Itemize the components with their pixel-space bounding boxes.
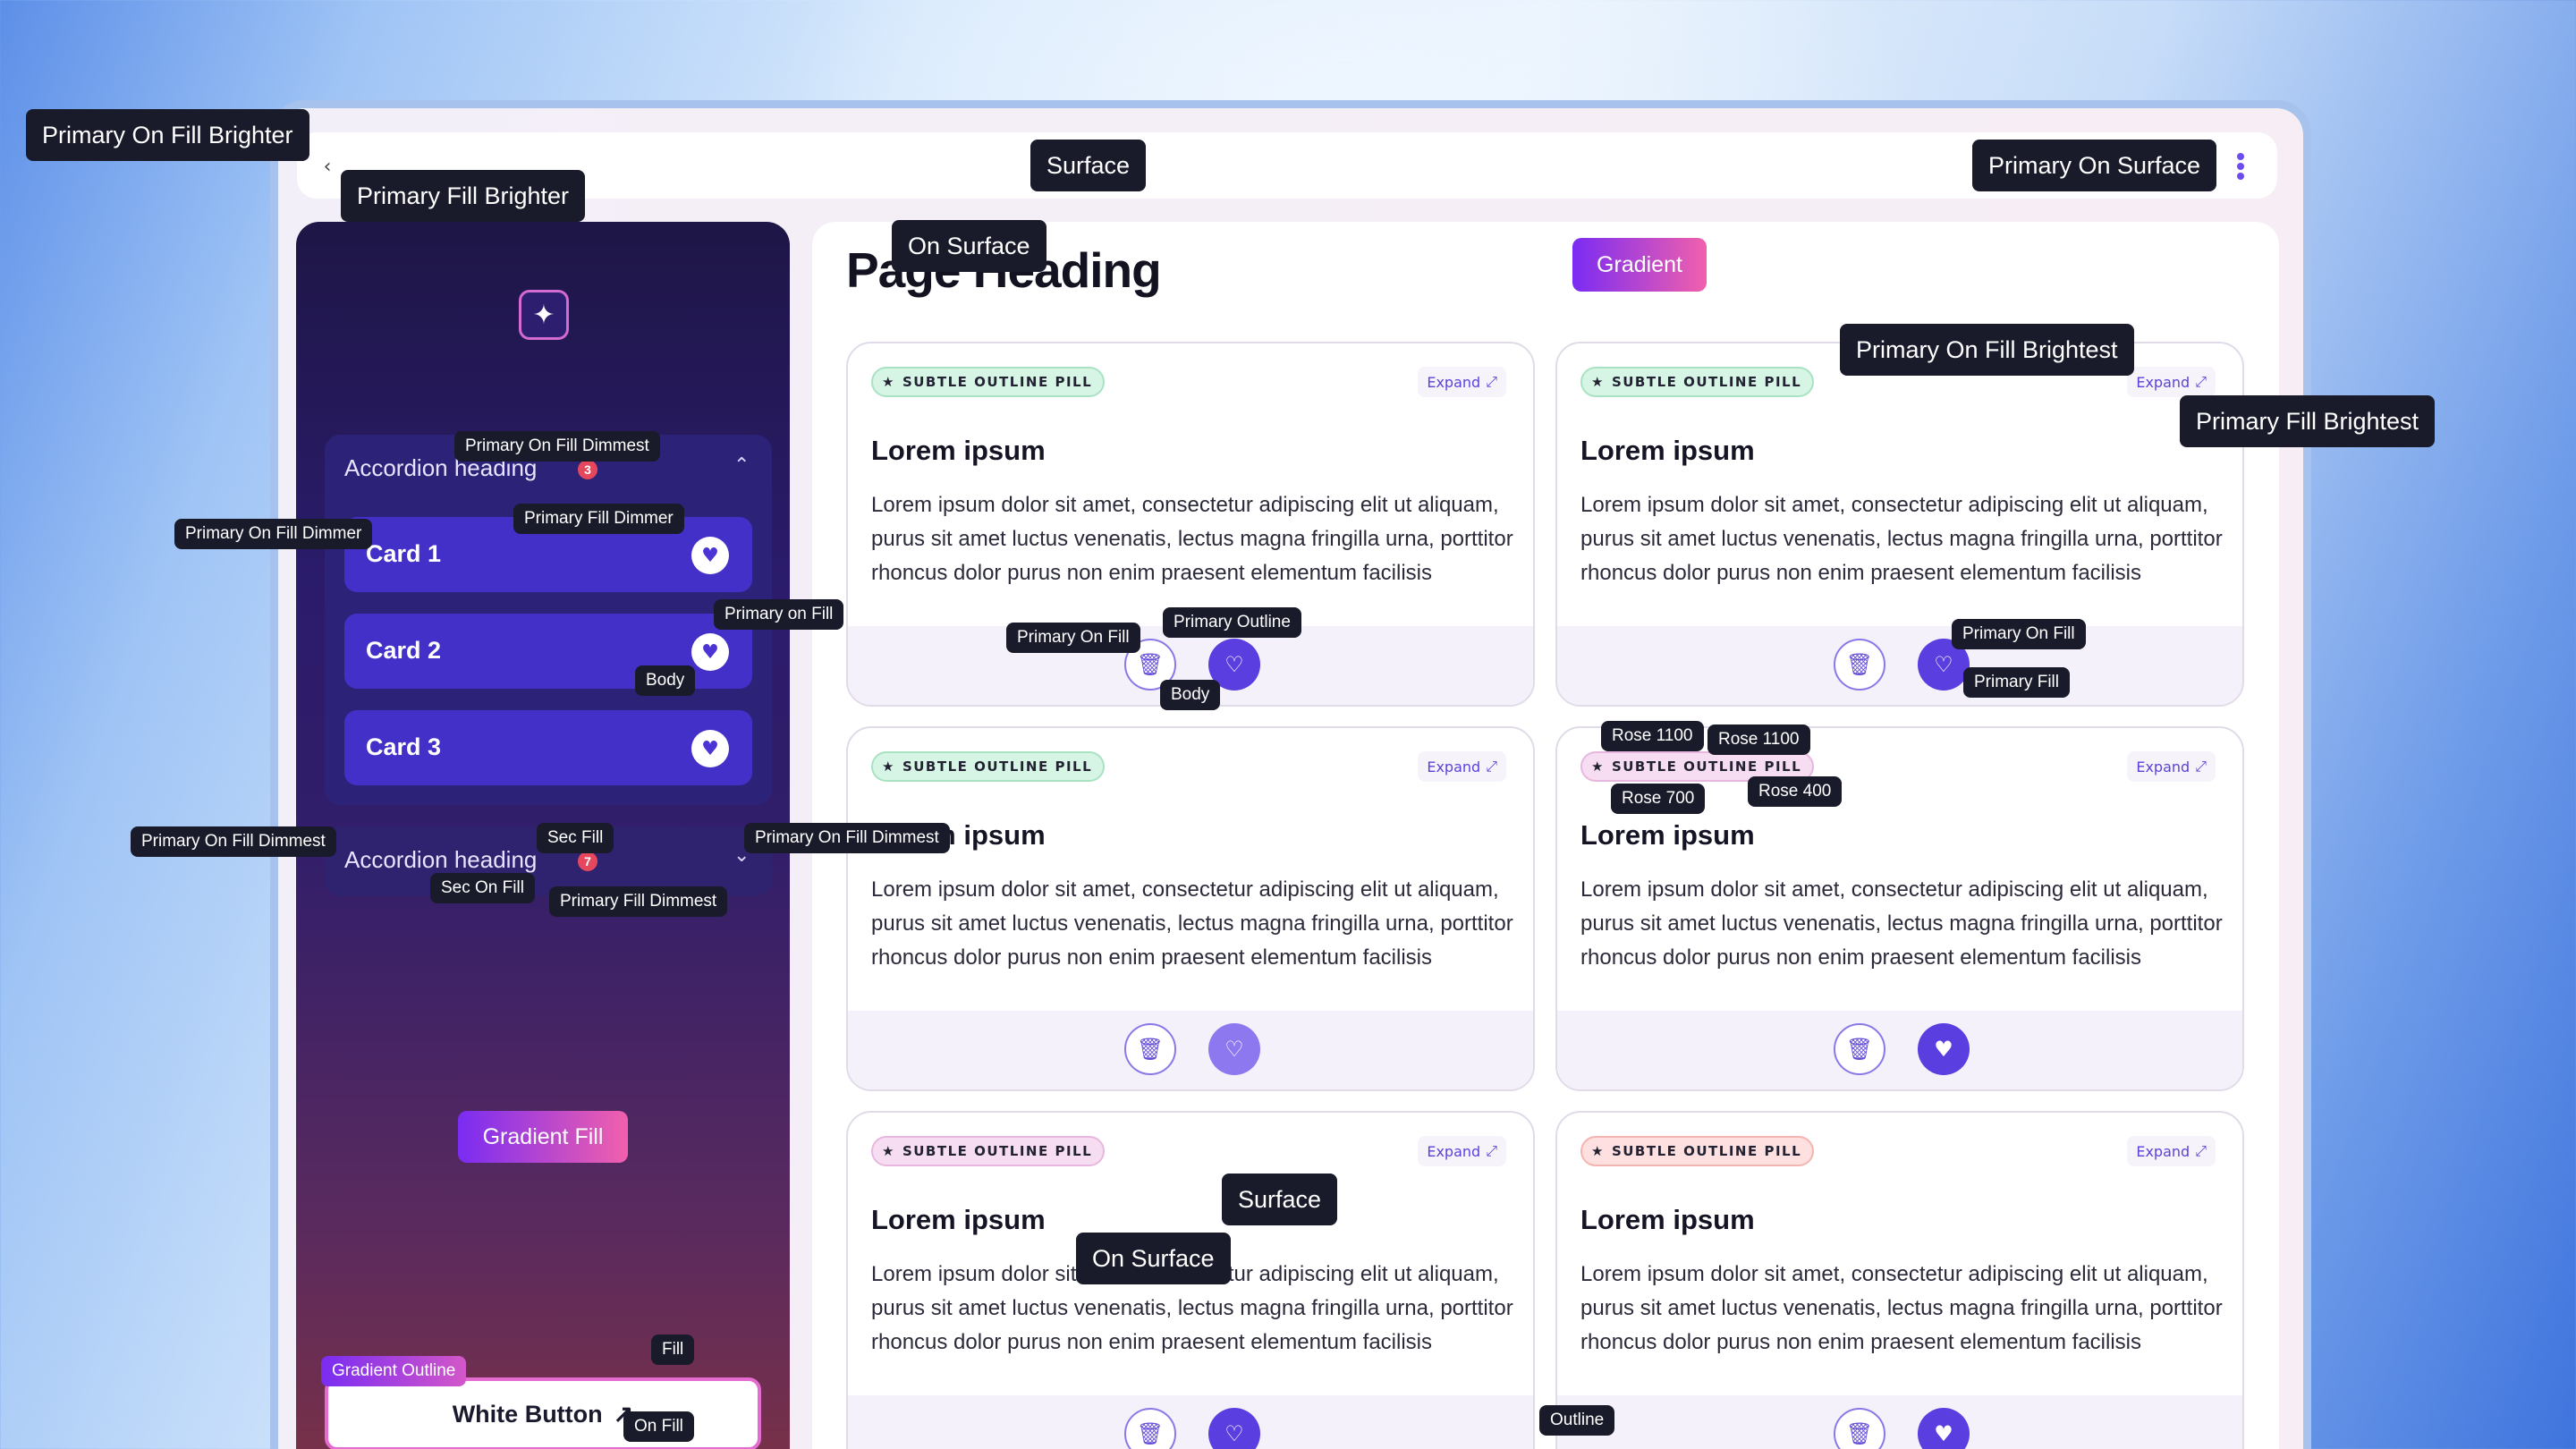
card-footer — [1557, 1011, 2242, 1089]
card-footer — [848, 1011, 1533, 1089]
token-tooltip: Primary on Fill — [714, 599, 844, 630]
star-icon: ★ — [882, 758, 895, 775]
token-tooltip: Rose 1100 — [1601, 721, 1704, 751]
card-footer — [848, 1395, 1533, 1449]
status-pill: ★ SUBTLE OUTLINE PILL — [1580, 1136, 1815, 1166]
star-icon: ★ — [882, 374, 895, 390]
card-body: Lorem ipsum dolor sit amet, consectetur … — [871, 493, 1513, 585]
card-body: Lorem ipsum dolor sit amet, consectetur … — [871, 877, 1513, 970]
token-tooltip: Rose 400 — [1748, 776, 1843, 807]
accordion-badge: 3 — [578, 460, 597, 479]
token-tooltip: Rose 1100 — [1707, 724, 1810, 755]
token-tooltip: Primary On Surface — [1972, 140, 2217, 191]
token-tooltip: Primary Outline — [1163, 607, 1301, 638]
expand-button[interactable]: Expand ⤢ — [1418, 367, 1506, 397]
expand-icon: ⤢ — [2195, 758, 2207, 775]
trash-icon[interactable]: 🗑 — [1834, 1023, 1885, 1075]
gradient-fill-button[interactable]: Gradient Fill — [458, 1111, 628, 1163]
accordion-badge: 7 — [578, 852, 597, 871]
content-card: ★ SUBTLE OUTLINE PILL Expand ⤢ Lorem ipsum… — [846, 726, 1535, 1091]
status-pill: ★ SUBTLE OUTLINE PILL — [871, 751, 1106, 782]
gradient-chip[interactable]: Gradient — [1572, 238, 1707, 292]
token-tooltip: On Surface — [1076, 1233, 1231, 1284]
heart-icon[interactable]: ♥ — [691, 633, 729, 671]
star-icon: ★ — [1591, 758, 1605, 775]
token-tooltip: Surface — [1030, 140, 1147, 191]
star-icon: ★ — [1591, 374, 1605, 390]
heart-icon[interactable]: ♡ — [1208, 1023, 1260, 1075]
white-button[interactable]: White Button ↗ — [325, 1377, 761, 1449]
card-title: Lorem ipsum — [1580, 819, 1755, 851]
token-tooltip: Rose 700 — [1611, 784, 1706, 814]
chevron-up-icon[interactable]: ⌃ — [733, 454, 750, 477]
token-tooltip: Primary Fill Dimmer — [513, 504, 684, 534]
kebab-icon[interactable] — [2233, 150, 2249, 182]
token-tooltip: Body — [635, 665, 696, 696]
content-card: ★ SUBTLE OUTLINE PILL Expand ⤢ Lorem ipsum… — [1555, 1111, 2244, 1449]
expand-icon: ⤢ — [1486, 373, 1497, 390]
token-tooltip: Primary Fill Brighter — [341, 170, 586, 222]
heart-icon[interactable]: ♥ — [691, 537, 729, 574]
token-tooltip: Primary On Fill Dimmest — [454, 431, 660, 462]
expand-button[interactable]: Expand ⤢ — [2127, 367, 2216, 397]
expand-button[interactable]: Expand ⤢ — [2127, 751, 2216, 782]
token-tooltip: Outline — [1539, 1405, 1615, 1436]
expand-icon: ⤢ — [2195, 373, 2207, 390]
token-tooltip: Primary On Fill — [1006, 623, 1140, 653]
expand-icon: ⤢ — [1486, 758, 1497, 775]
heart-icon[interactable]: ♥ — [691, 730, 729, 767]
expand-button[interactable]: Expand ⤢ — [2127, 1136, 2216, 1166]
token-tooltip: Fill — [651, 1335, 695, 1365]
card-title: Lorem ipsum — [1580, 435, 1755, 466]
token-tooltip: Primary On Fill Brighter — [26, 109, 309, 161]
token-tooltip: Primary On Fill Dimmer — [174, 519, 373, 549]
token-tooltip: Primary Fill Dimmest — [549, 886, 728, 917]
card-body: Lorem ipsum dolor sit amet, consectetur … — [1580, 1262, 2223, 1354]
token-tooltip: Primary On Fill Dimmest — [744, 823, 950, 853]
token-tooltip: On Fill — [623, 1411, 694, 1442]
back-chevron-icon[interactable]: ‹ — [311, 150, 343, 182]
expand-icon: ⤢ — [2195, 1142, 2207, 1159]
card-title: Lorem ipsum — [1580, 1204, 1755, 1235]
status-pill: ★ SUBTLE OUTLINE PILL — [871, 1136, 1106, 1166]
token-tooltip: Gradient Outline — [321, 1356, 467, 1386]
sidebar-card-3[interactable]: Card 3 ♥ — [344, 710, 752, 785]
card-label: Card 2 — [366, 637, 442, 664]
heart-icon[interactable]: ♥ — [1918, 1023, 1970, 1075]
card-label: Card 3 — [366, 733, 442, 760]
token-tooltip: Surface — [1222, 1174, 1338, 1225]
star-icon: ★ — [1591, 1143, 1605, 1159]
trash-icon[interactable]: 🗑 — [1124, 1023, 1176, 1075]
expand-button[interactable]: Expand ⤢ — [1418, 751, 1506, 782]
card-footer — [1557, 626, 2242, 705]
token-tooltip: Body — [1160, 680, 1221, 710]
token-tooltip: Sec On Fill — [430, 873, 535, 903]
content-card: ★ SUBTLE OUTLINE PILL Expand ⤢ Lorem ipsum… — [1555, 342, 2244, 707]
accordion-heading[interactable]: Accordion heading — [344, 846, 537, 874]
content-card: ★ SUBTLE OUTLINE PILL Expand ⤢ Lorem ipsum… — [846, 342, 1535, 707]
token-tooltip: Primary On Fill Brightest — [1840, 324, 2134, 376]
card-label: Card 1 — [366, 540, 442, 567]
token-tooltip: Primary Fill Brightest — [2180, 395, 2436, 447]
expand-button[interactable]: Expand ⤢ — [1418, 1136, 1506, 1166]
white-button-label: White Button — [452, 1400, 603, 1428]
card-body: Lorem ipsum dolor sit amet, consectetur … — [1580, 493, 2223, 585]
card-footer — [1557, 1395, 2242, 1449]
token-tooltip: Primary On Fill — [1952, 619, 2086, 649]
content-card: ★ SUBTLE OUTLINE PILL Expand ⤢ Lorem ipsum… — [1555, 726, 2244, 1091]
expand-icon: ⤢ — [1486, 1142, 1497, 1159]
trash-icon[interactable]: 🗑 — [1834, 639, 1885, 691]
status-pill: ★ SUBTLE OUTLINE PILL — [1580, 367, 1815, 397]
status-pill: ★ SUBTLE OUTLINE PILL — [871, 367, 1106, 397]
card-title: Lorem ipsum — [871, 1204, 1046, 1235]
token-tooltip: On Surface — [892, 220, 1046, 272]
sparkle-logo-icon: ✦ — [519, 290, 569, 340]
token-tooltip: Sec Fill — [537, 823, 614, 853]
token-tooltip: Primary Fill — [1963, 667, 2070, 698]
card-title: Lorem ipsum — [871, 435, 1046, 466]
star-icon: ★ — [882, 1143, 895, 1159]
token-tooltip: Primary On Fill Dimmest — [131, 826, 336, 857]
card-body: Lorem ipsum dolor sit amet, consectetur … — [1580, 877, 2223, 970]
